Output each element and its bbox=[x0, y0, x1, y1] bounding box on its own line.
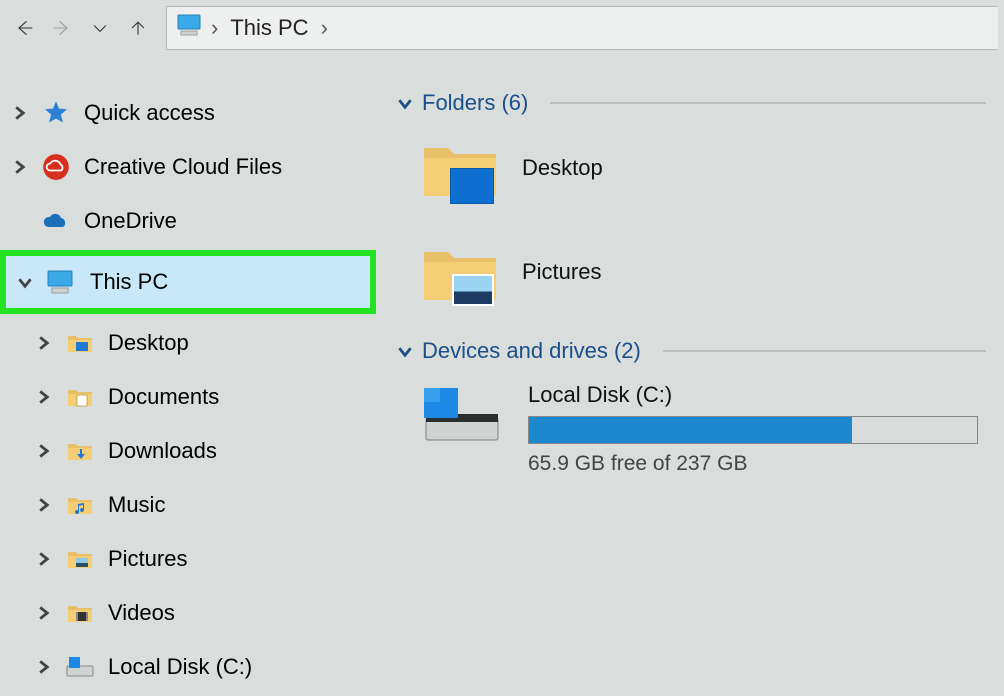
storage-bar bbox=[528, 416, 978, 444]
label: Folders (6) bbox=[422, 90, 528, 116]
drive-title: Local Disk (C:) bbox=[528, 382, 978, 408]
up-button[interactable] bbox=[120, 10, 156, 46]
drive-icon bbox=[420, 382, 504, 446]
label: Desktop bbox=[522, 155, 603, 181]
main-area: Quick access Creative Cloud Files OneDri… bbox=[0, 56, 1004, 696]
content-pane: Folders (6) Desktop Pictures Devices and… bbox=[380, 56, 1004, 696]
folder-icon bbox=[420, 234, 500, 310]
this-pc-icon bbox=[46, 266, 78, 298]
navigation-toolbar: › This PC › bbox=[0, 0, 1004, 56]
label: Videos bbox=[108, 600, 175, 626]
expand-icon[interactable] bbox=[34, 606, 52, 620]
label: Music bbox=[108, 492, 165, 518]
label: Downloads bbox=[108, 438, 217, 464]
music-folder-icon bbox=[64, 489, 96, 521]
expand-icon[interactable] bbox=[34, 498, 52, 512]
desktop-folder-icon bbox=[64, 327, 96, 359]
tree-videos[interactable]: Videos bbox=[0, 586, 380, 640]
tree-quick-access[interactable]: Quick access bbox=[0, 86, 380, 140]
tree-desktop[interactable]: Desktop bbox=[0, 316, 380, 370]
divider bbox=[550, 102, 986, 104]
folder-icon bbox=[420, 130, 500, 206]
label: Documents bbox=[108, 384, 219, 410]
expand-icon[interactable] bbox=[10, 106, 28, 120]
photo-overlay-icon bbox=[452, 274, 494, 306]
selection-highlight: This PC bbox=[0, 250, 376, 314]
label: Desktop bbox=[108, 330, 189, 356]
this-pc-icon bbox=[177, 14, 205, 42]
address-bar[interactable]: › This PC › bbox=[166, 6, 998, 50]
documents-folder-icon bbox=[64, 381, 96, 413]
label: OneDrive bbox=[84, 208, 177, 234]
tree-documents[interactable]: Documents bbox=[0, 370, 380, 424]
drive-info: Local Disk (C:) 65.9 GB free of 237 GB bbox=[528, 382, 978, 476]
desktop-overlay-icon bbox=[450, 168, 494, 204]
onedrive-icon bbox=[40, 205, 72, 237]
back-button[interactable] bbox=[6, 10, 42, 46]
tree-this-pc[interactable]: This PC bbox=[6, 256, 370, 308]
local-disk-icon bbox=[64, 651, 96, 683]
label: Devices and drives (2) bbox=[422, 338, 641, 364]
tree-creative-cloud[interactable]: Creative Cloud Files bbox=[0, 140, 380, 194]
drive-free-space: 65.9 GB free of 237 GB bbox=[528, 452, 978, 476]
label: Creative Cloud Files bbox=[84, 154, 282, 180]
pictures-folder-icon bbox=[64, 543, 96, 575]
label: This PC bbox=[90, 269, 168, 295]
label: Quick access bbox=[84, 100, 215, 126]
label: Local Disk (C:) bbox=[108, 654, 252, 680]
breadcrumb-this-pc[interactable]: This PC bbox=[224, 15, 314, 41]
collapse-icon[interactable] bbox=[16, 275, 34, 289]
label: Pictures bbox=[108, 546, 187, 572]
creative-cloud-icon bbox=[40, 151, 72, 183]
expand-icon[interactable] bbox=[34, 444, 52, 458]
chevron-down-icon bbox=[398, 96, 412, 110]
downloads-folder-icon bbox=[64, 435, 96, 467]
forward-button[interactable] bbox=[44, 10, 80, 46]
breadcrumb-separator: › bbox=[315, 15, 334, 41]
recent-locations-button[interactable] bbox=[82, 10, 118, 46]
label: Pictures bbox=[522, 259, 601, 285]
breadcrumb-separator: › bbox=[205, 15, 224, 41]
star-icon bbox=[40, 97, 72, 129]
expand-icon[interactable] bbox=[34, 336, 52, 350]
chevron-down-icon bbox=[398, 344, 412, 358]
expand-icon[interactable] bbox=[34, 552, 52, 566]
videos-folder-icon bbox=[64, 597, 96, 629]
expand-icon[interactable] bbox=[34, 660, 52, 674]
tree-pictures[interactable]: Pictures bbox=[0, 532, 380, 586]
drive-local-disk-c[interactable]: Local Disk (C:) 65.9 GB free of 237 GB bbox=[420, 382, 986, 476]
drives-group-header[interactable]: Devices and drives (2) bbox=[398, 338, 986, 364]
navigation-pane: Quick access Creative Cloud Files OneDri… bbox=[0, 56, 380, 696]
folders-group-header[interactable]: Folders (6) bbox=[398, 90, 986, 116]
expand-icon[interactable] bbox=[10, 160, 28, 174]
folder-pictures[interactable]: Pictures bbox=[420, 234, 986, 310]
divider bbox=[663, 350, 986, 352]
tree-local-disk[interactable]: Local Disk (C:) bbox=[0, 640, 380, 694]
folder-desktop[interactable]: Desktop bbox=[420, 130, 986, 206]
tree-music[interactable]: Music bbox=[0, 478, 380, 532]
tree-onedrive[interactable]: OneDrive bbox=[0, 194, 380, 248]
storage-bar-fill bbox=[529, 417, 852, 443]
expand-icon[interactable] bbox=[34, 390, 52, 404]
tree-downloads[interactable]: Downloads bbox=[0, 424, 380, 478]
